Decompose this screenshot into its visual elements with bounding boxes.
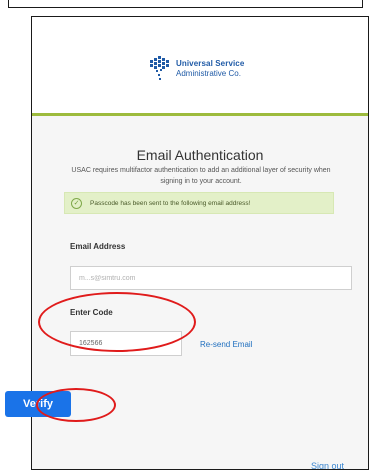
usac-logo: Universal Service Administrative Co. [150,51,244,87]
page-subtitle: USAC requires multifactor authentication… [71,167,331,185]
logo-line-2: Administrative Co. [176,69,241,78]
resend-email-link[interactable]: Re-send Email [200,340,252,349]
usac-logo-icon [150,56,169,80]
previous-screenshot-frame [8,0,363,8]
header: Universal Service Administrative Co. [32,17,368,113]
signout-link[interactable]: Sign out [311,461,344,469]
verify-button[interactable]: Verify [5,391,71,417]
alert-message: Passcode has been sent to the following … [90,199,251,207]
check-circle-icon: ✓ [71,197,82,209]
login-card: Universal Service Administrative Co. Ema… [31,16,369,470]
code-input[interactable] [70,331,182,356]
logo-line-1: Universal Service [176,59,245,68]
email-label: Email Address [70,242,126,251]
page-title: Email Authentication [136,147,264,163]
code-label: Enter Code [70,308,113,317]
email-field[interactable] [70,266,352,290]
success-alert: ✓ Passcode has been sent to the followin… [64,192,334,214]
logo-text: Universal Service Administrative Co. [176,59,244,79]
